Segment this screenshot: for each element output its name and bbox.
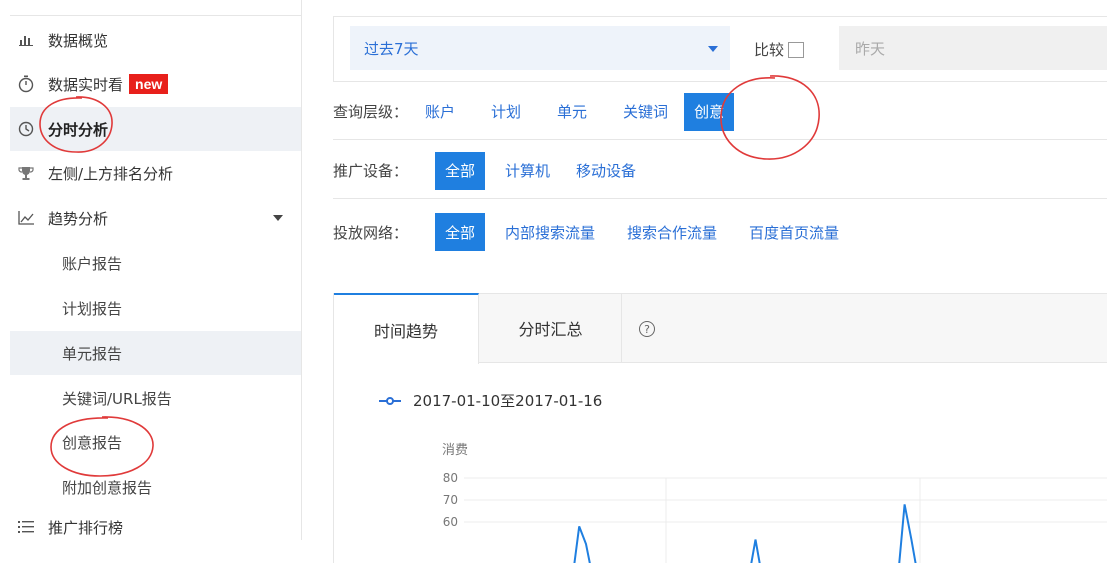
series-line-spend [573,504,917,563]
network-option-internal-search[interactable]: 内部搜索流量 [495,213,605,251]
compare-date-select[interactable]: 昨天 [839,26,1107,70]
y-tick-label: 80 [443,471,458,485]
sidebar-item-account-report[interactable]: 账户报告 [10,241,301,285]
level-option-creative[interactable]: 创意 [684,92,735,131]
compare-checkbox[interactable] [788,41,805,58]
trend-chart-icon [10,211,40,225]
level-option-unit[interactable]: 单元 [547,93,597,131]
filter-row-device: 推广设备： 全部 计算机 移动设备 [333,143,1107,199]
sidebar-item-label: 关键词/URL报告 [62,389,172,408]
sidebar-item-label: 计划报告 [62,299,123,318]
y-axis-label: 消费 [442,443,468,458]
compare-toggle[interactable]: 比较 [754,39,805,60]
list-icon [10,520,40,534]
sidebar-item-keyword-report[interactable]: 关键词/URL报告 [10,376,301,420]
device-option-mobile[interactable]: 移动设备 [566,152,646,190]
sidebar-item-ranking-list[interactable]: 推广排行榜 [10,510,301,544]
sidebar-item-label: 附加创意报告 [62,478,153,497]
tab-time-trend[interactable]: 时间趋势 [334,293,479,364]
filter-label: 投放网络： [333,223,409,242]
network-option-search-partner[interactable]: 搜索合作流量 [617,213,727,251]
filter-row-level: 查询层级： 账户 计划 单元 关键词 创意 [333,84,1107,140]
sidebar-item-hourly-analysis[interactable]: 分时分析 [10,107,301,151]
sidebar-item-label: 创意报告 [62,433,123,452]
sidebar-item-label: 单元报告 [62,344,123,363]
sidebar-item-label: 数据概览 [48,31,109,50]
level-option-plan[interactable]: 计划 [481,93,531,131]
filter-label: 查询层级： [333,103,409,121]
sidebar-item-overview[interactable]: 数据概览 [10,18,301,62]
sidebar-item-label: 推广排行榜 [48,518,124,537]
level-option-account[interactable]: 账户 [425,93,465,131]
tab-label: 时间趋势 [373,321,438,341]
date-range-select[interactable]: 过去7天 [350,26,730,70]
level-option-keyword[interactable]: 关键词 [613,93,678,131]
sidebar-item-realtime[interactable]: 数据实时看 new [10,62,301,106]
stopwatch-icon [10,75,40,93]
clock-icon [10,121,40,137]
y-tick-label: 60 [443,515,458,529]
help-icon[interactable]: ? [639,321,655,337]
sidebar: 数据概览 数据实时看 new 分时分析 左侧/上方排名分析 趋势分析 账户报告 … [10,0,302,540]
bar-chart-icon [10,34,40,46]
main-content: 过去7天 比较 昨天 查询层级： 账户 计划 单元 关键词 创意 推广设备： 全… [303,0,1107,563]
sidebar-top-divider [10,0,301,16]
spend-line-chart: 消费 80 70 60 [442,443,1107,563]
new-badge: new [129,74,169,94]
date-toolbar: 过去7天 比较 昨天 [333,16,1107,82]
chevron-down-icon[interactable] [273,215,283,221]
sidebar-item-label: 数据实时看 [48,75,124,94]
network-option-all[interactable]: 全部 [435,213,486,251]
sidebar-item-creative-report[interactable]: 创意报告 [10,420,301,464]
report-tabs: 时间趋势 分时汇总 ? [334,293,1107,364]
compare-date-value: 昨天 [855,39,886,58]
sidebar-item-trend-analysis[interactable]: 趋势分析 [10,196,301,240]
report-panel: 时间趋势 分时汇总 ? 2017-01-10至2017-01-16 消费 80 70… [333,293,1107,563]
trophy-icon [10,165,40,181]
sidebar-item-rank-analysis[interactable]: 左侧/上方排名分析 [10,151,301,195]
compare-label: 比较 [754,41,785,59]
sidebar-item-label: 账户报告 [62,254,123,273]
y-tick-label: 70 [443,493,458,507]
device-option-all[interactable]: 全部 [435,151,486,190]
chevron-down-icon [708,46,718,52]
tab-hourly-summary[interactable]: 分时汇总 [480,293,622,363]
filter-label: 推广设备： [333,162,409,180]
date-range-value: 过去7天 [364,39,419,58]
tab-label: 分时汇总 [518,320,583,339]
sidebar-item-label: 趋势分析 [48,209,109,228]
sidebar-item-label: 左侧/上方排名分析 [48,164,174,183]
legend-marker-icon [379,396,401,406]
sidebar-item-label: 分时分析 [48,120,109,139]
network-option-baidu-homepage[interactable]: 百度首页流量 [739,213,849,251]
sidebar-item-plan-report[interactable]: 计划报告 [10,286,301,330]
filter-row-network: 投放网络： 全部 内部搜索流量 搜索合作流量 百度首页流量 [333,204,1107,260]
sidebar-item-unit-report[interactable]: 单元报告 [10,331,301,375]
chart-legend[interactable]: 2017-01-10至2017-01-16 [379,390,602,411]
device-option-computer[interactable]: 计算机 [495,152,560,190]
sidebar-item-extra-creative-report[interactable]: 附加创意报告 [10,465,301,509]
legend-label: 2017-01-10至2017-01-16 [413,392,603,410]
